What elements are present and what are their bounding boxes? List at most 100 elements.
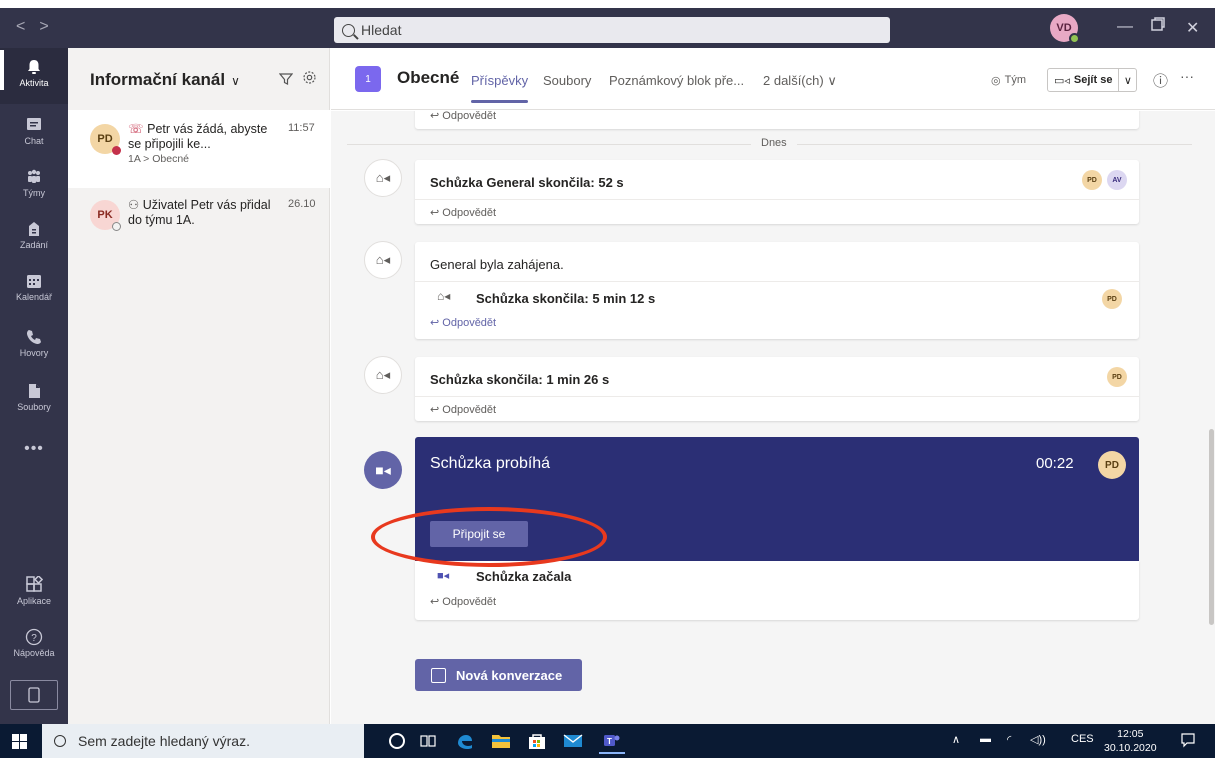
phone-call-icon: ☏ — [128, 122, 148, 136]
mail-icon[interactable] — [563, 732, 583, 750]
scrollbar-thumb[interactable] — [1209, 429, 1214, 625]
meeting-ended-icon: ⌂◂ — [437, 289, 451, 303]
message-card: Schůzka General skončila: 52 s PD AV ↩ O… — [415, 160, 1139, 224]
reply-label: Odpovědět — [442, 596, 497, 608]
apps-icon — [26, 576, 43, 592]
rail-item-files[interactable]: Soubory — [0, 382, 68, 412]
presence-offline-icon — [112, 222, 121, 231]
show-hidden-icons-icon[interactable]: ∧ — [952, 733, 960, 746]
avatar: PD — [1107, 367, 1127, 387]
search-placeholder: Hledat — [361, 22, 402, 38]
avatar-initials: PD — [1087, 176, 1097, 184]
meeting-subtitle: Schůzka skončila: 5 min 12 s — [476, 291, 656, 306]
presence-icon — [1069, 33, 1080, 44]
reply-link[interactable]: ↩ Odpovědět — [430, 403, 496, 416]
close-icon[interactable]: ✕ — [1186, 18, 1199, 38]
clock[interactable]: 12:05 30.10.2020 — [1104, 727, 1157, 755]
meet-now-button[interactable]: ▭◃ Sejít se ∨ — [1047, 68, 1138, 92]
reply-link[interactable]: ↩ Odpovědět — [430, 595, 496, 608]
teams-app-icon[interactable]: T — [599, 728, 625, 754]
meeting-title: Schůzka General skončila: 52 s — [430, 175, 624, 190]
channel-name: Obecné — [397, 68, 460, 87]
new-conversation-button[interactable]: Nová konverzace — [415, 659, 582, 691]
taskbar-search-input[interactable]: Sem zadejte hledaný výraz. — [42, 724, 364, 758]
language-label: CES — [1071, 733, 1094, 745]
gear-icon[interactable] — [302, 70, 317, 90]
avatar-initials: PD — [1107, 295, 1117, 303]
bell-icon — [28, 60, 40, 74]
back-arrow-icon[interactable]: < — [16, 18, 39, 35]
info-icon[interactable]: ⓘ — [1153, 70, 1168, 91]
tab-more[interactable]: 2 další(ch) ∨ — [763, 73, 837, 89]
taskbar-search-placeholder: Sem zadejte hledaný výraz. — [78, 733, 250, 749]
battery-icon[interactable]: ▬ — [980, 733, 991, 745]
activity-message: Uživatel Petr vás přidal do týmu 1A. — [128, 198, 271, 227]
search-input[interactable]: Hledat — [334, 17, 890, 43]
rail-item-assignments[interactable]: Zadání — [0, 220, 68, 250]
live-meeting-title: Schůzka probíhá — [430, 455, 551, 472]
language-indicator[interactable]: CES — [1071, 733, 1094, 745]
tab-label: Soubory — [543, 73, 592, 88]
activity-item[interactable]: PK ⚇ Uživatel Petr vás přidal do týmu 1A… — [68, 186, 330, 264]
scrollbar[interactable] — [1208, 111, 1215, 724]
more-icon: ••• — [24, 440, 44, 457]
rail-label: Týmy — [23, 188, 45, 198]
volume-icon[interactable]: ◁)) — [1030, 733, 1046, 746]
cortana-icon[interactable] — [389, 733, 405, 749]
maximize-icon[interactable] — [1150, 16, 1166, 37]
nav-arrows: <> — [16, 18, 63, 36]
tab-posts[interactable]: Příspěvky — [471, 73, 529, 103]
chevron-down-icon[interactable]: ∨ — [1118, 69, 1136, 91]
tab-files[interactable]: Soubory — [543, 73, 591, 88]
rail-label: Aplikace — [16, 596, 52, 606]
video-camera-icon: ▭◃ — [1054, 74, 1070, 87]
user-avatar[interactable]: VD — [1050, 14, 1080, 44]
title-bar: <> Hledat VD — ✕ — [0, 8, 1215, 48]
wifi-icon[interactable]: ◜ — [1007, 733, 1011, 746]
forward-arrow-icon[interactable]: > — [39, 18, 62, 35]
mobile-app-button[interactable] — [10, 680, 58, 710]
highlight-annotation — [371, 507, 607, 567]
activity-item[interactable]: PD ☏ Petr vás žádá, abyste se připojili … — [68, 110, 330, 188]
avatar-initials: PD — [1105, 459, 1119, 471]
live-meeting-timer: 00:22 — [1036, 455, 1074, 472]
store-icon[interactable] — [527, 732, 545, 750]
minimize-icon[interactable]: — — [1117, 18, 1133, 36]
rail-item-apps[interactable]: Aplikace — [0, 576, 68, 606]
rail-item-teams[interactable]: Týmy — [0, 168, 68, 198]
rail-label: Zadání — [19, 240, 49, 250]
team-button[interactable]: ◎ Tým — [984, 68, 1033, 92]
clock-date: 30.10.2020 — [1104, 742, 1157, 754]
meeting-icon: ⌂◂ — [364, 356, 402, 394]
reply-link[interactable]: ↩ Odpovědět — [430, 111, 496, 122]
rail-item-activity[interactable]: Aktivita — [0, 50, 68, 90]
add-member-icon: ⚇ — [128, 198, 143, 212]
tab-notebook[interactable]: Poznámkový blok pře... — [609, 73, 744, 88]
windows-start-icon[interactable] — [12, 734, 28, 750]
rail-item-help[interactable]: ? Nápověda — [0, 628, 68, 658]
notifications-icon[interactable] — [1180, 732, 1198, 750]
team-avatar[interactable]: 1 — [355, 66, 381, 92]
reply-label: Odpovědět — [442, 317, 497, 329]
reply-label: Odpovědět — [442, 207, 497, 219]
activity-heading[interactable]: Informační kanál ∨ — [90, 70, 240, 90]
rail-item-calendar[interactable]: Kalendář — [0, 272, 68, 302]
file-explorer-icon[interactable] — [491, 732, 510, 750]
reply-link[interactable]: ↩ Odpovědět — [430, 316, 496, 329]
taskbar: Sem zadejte hledaný výraz. T ∧ ▬ ◜ ◁)) C… — [0, 724, 1215, 758]
task-view-icon[interactable] — [419, 732, 437, 750]
eye-icon: ◎ — [991, 74, 1001, 87]
compose-icon — [431, 667, 446, 683]
edge-browser-icon[interactable] — [455, 732, 473, 750]
more-apps-button[interactable]: ••• — [0, 440, 68, 458]
activity-title: Informační kanál — [90, 70, 226, 89]
rail-item-calls[interactable]: Hovory — [0, 328, 68, 358]
rail-item-chat[interactable]: Chat — [0, 116, 68, 146]
reply-link[interactable]: ↩ Odpovědět — [430, 206, 496, 219]
filter-icon[interactable] — [278, 72, 294, 89]
new-conversation-label: Nová konverzace — [456, 667, 563, 683]
meeting-icon: ⌂◂ — [364, 241, 402, 279]
avatar: PD — [1082, 170, 1102, 190]
more-options-icon[interactable]: ··· — [1180, 68, 1194, 84]
meeting-started-icon: ■◂ — [437, 570, 450, 582]
